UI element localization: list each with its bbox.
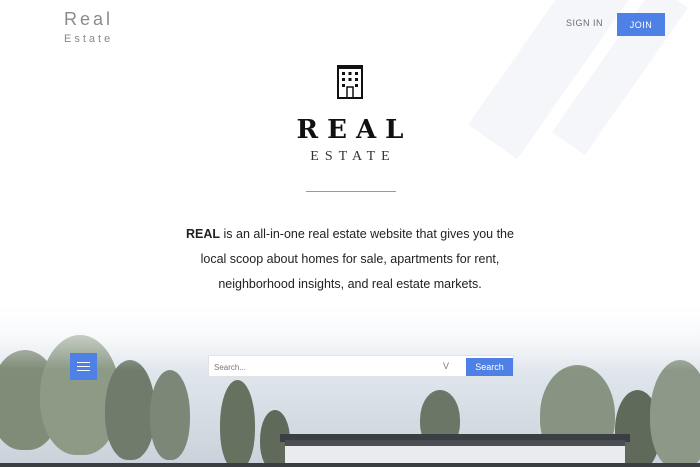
- brand-logo[interactable]: Real Estate: [64, 9, 144, 46]
- description-text: is an all-in-one real estate website tha…: [200, 227, 514, 291]
- building-icon: [337, 65, 363, 99]
- search-input[interactable]: [214, 359, 434, 375]
- logo-subtitle: ESTATE: [310, 149, 396, 164]
- sign-in-link[interactable]: SIGN IN: [566, 18, 603, 28]
- search-button[interactable]: Search: [466, 358, 513, 376]
- hamburger-menu-icon[interactable]: [70, 353, 97, 380]
- search-bar: V Search: [208, 355, 514, 377]
- join-button[interactable]: JOIN: [617, 13, 665, 36]
- divider: [306, 191, 396, 192]
- description-lead: REAL: [186, 227, 221, 241]
- site-description: REAL is an all-in-one real estate websit…: [180, 222, 520, 297]
- brand-tagline: Estate: [64, 33, 114, 45]
- hero-background-image: [0, 300, 700, 467]
- brand-name: Real: [64, 9, 114, 29]
- chevron-down-icon[interactable]: V: [443, 361, 449, 371]
- logo-title: REAL: [296, 115, 413, 145]
